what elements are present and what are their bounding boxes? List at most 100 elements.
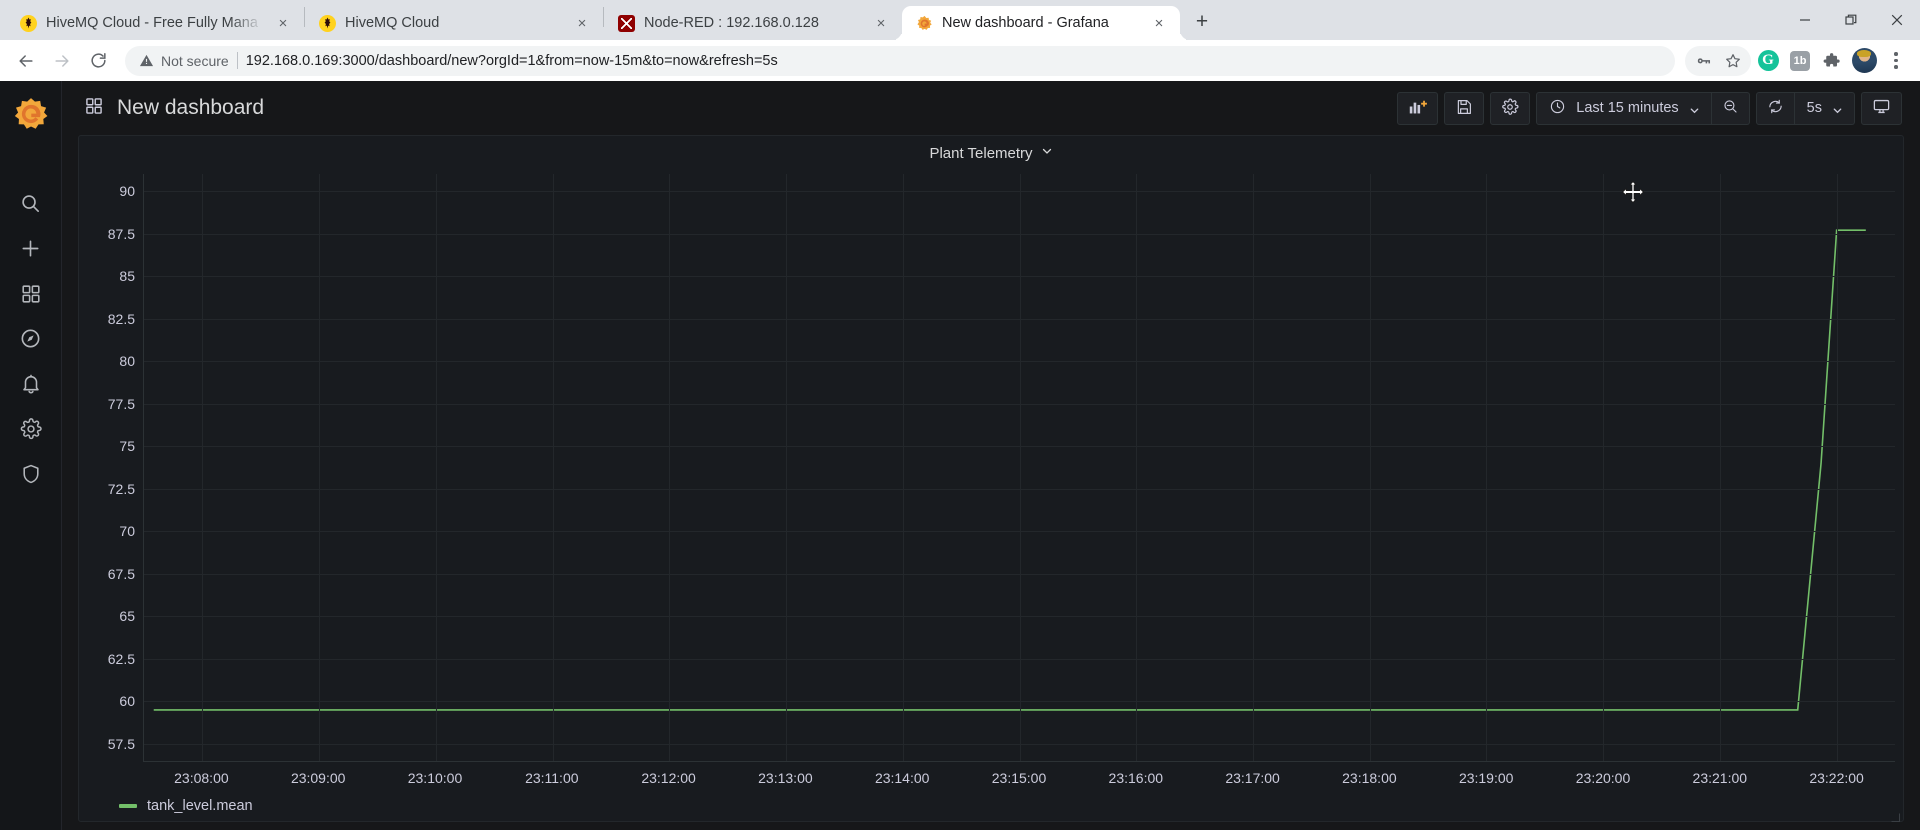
browser-tab-node-red[interactable]: Node-RED : 192.168.0.128 ×: [604, 6, 902, 40]
sidebar-item-explore[interactable]: [0, 316, 62, 361]
grafana-app: New dashboard Last 15 minutes 5s Plant T…: [0, 81, 1920, 830]
x-axis-tick-label: 23:20:00: [1575, 770, 1631, 786]
panel-resize-handle[interactable]: [1890, 809, 1900, 822]
legend-color-swatch: [119, 804, 137, 808]
sidebar-item-server-admin[interactable]: [0, 451, 62, 496]
browser-tab-hivemq-cloud[interactable]: HiveMQ Cloud ×: [305, 6, 603, 40]
password-key-icon[interactable]: [1688, 46, 1718, 76]
x-axis-tick-label: 23:21:00: [1692, 770, 1748, 786]
dashboard-toolbar: New dashboard Last 15 minutes 5s: [62, 81, 1920, 135]
x-axis-tick-label: 23:13:00: [758, 770, 813, 786]
timeseries-plot[interactable]: 90 87.5 85 82.5 80 77.5 75 72.5 70 67.5 65 62.5 60 57…: [83, 174, 1895, 761]
profile-avatar[interactable]: [1849, 46, 1879, 76]
tab-close-icon[interactable]: ×: [870, 12, 892, 34]
panel-body: 90 87.5 85 82.5 80 77.5 75 72.5 70 67.5 65 62.5 60 57…: [79, 170, 1903, 821]
grafana-sidebar: [0, 81, 62, 830]
y-axis-tick-label: 75: [119, 438, 135, 455]
browser-omnibar: Not secure 192.168.0.169:3000/dashboard/…: [0, 40, 1920, 81]
minimize-icon[interactable]: [1782, 0, 1828, 40]
sidebar-item-alerting[interactable]: [0, 361, 62, 406]
browser-tab-strip: HiveMQ Cloud - Free Fully Mana × HiveMQ …: [0, 0, 1920, 40]
panel-title: Plant Telemetry: [929, 144, 1033, 162]
tab-title: Node-RED : 192.168.0.128: [644, 15, 819, 31]
grid-line-vertical: [786, 174, 788, 761]
grid-line-vertical: [202, 174, 204, 761]
apps-grid-icon: [20, 283, 42, 305]
refresh-interval-picker[interactable]: 5s: [1794, 91, 1855, 125]
omnibar-pill-group: [1685, 45, 1751, 76]
sidebar-item-dashboards[interactable]: [0, 271, 62, 316]
reload-icon[interactable]: [81, 44, 115, 78]
tab-close-icon[interactable]: ×: [272, 12, 294, 34]
chrome-menu-icon[interactable]: [1881, 46, 1911, 76]
grid-line-vertical: [1603, 174, 1605, 761]
grafana-content: New dashboard Last 15 minutes 5s Plant T…: [62, 81, 1920, 830]
y-axis-tick-label: 62.5: [107, 650, 135, 667]
bell-icon: [20, 373, 42, 395]
restore-icon[interactable]: [1828, 0, 1874, 40]
grafana-logo[interactable]: [12, 95, 50, 133]
browser-window: HiveMQ Cloud - Free Fully Mana × HiveMQ …: [0, 0, 1920, 830]
sidebar-item-search[interactable]: [0, 181, 62, 226]
grid-line-vertical: [1486, 174, 1488, 761]
y-axis-tick-label: 90: [119, 183, 135, 199]
grid-line-vertical: [902, 174, 904, 761]
y-axis-tick-label: 77.5: [107, 395, 135, 412]
x-axis-tick-label: 23:19:00: [1458, 770, 1514, 786]
save-dashboard-button[interactable]: [1444, 91, 1485, 125]
x-axis: 23:08:00 23:09:00 23:10:00 23:11:00 23:12:00…: [143, 761, 1895, 791]
shield-icon: [20, 463, 42, 485]
grid-line-vertical: [1252, 174, 1254, 761]
add-panel-button[interactable]: [1397, 91, 1439, 125]
panel-plant-telemetry: Plant Telemetry 90 87.5 85 82.5 80 77.5 75 72.5…: [78, 135, 1904, 822]
x-axis-tick-label: 23:10:00: [407, 770, 463, 786]
tab-close-icon[interactable]: ×: [1148, 12, 1170, 34]
y-axis-tick-label: 60: [119, 693, 135, 710]
dashboard-toolbar-actions: Last 15 minutes 5s: [1397, 91, 1902, 125]
refresh-interval-label: 5s: [1806, 100, 1822, 116]
y-axis-tick-label: 87.5: [107, 225, 135, 242]
dashboard-grid-icon: [84, 96, 104, 121]
forward-arrow-icon[interactable]: [45, 44, 79, 78]
chevron-down-icon[interactable]: [1041, 144, 1053, 162]
chevron-down-icon: [1832, 103, 1842, 114]
kiosk-mode-button[interactable]: [1861, 91, 1902, 125]
panel-header[interactable]: Plant Telemetry: [79, 136, 1903, 170]
x-axis-tick-label: 23:08:00: [174, 770, 229, 786]
sidebar-item-create[interactable]: [0, 226, 62, 271]
y-axis-tick-label: 70: [119, 523, 135, 540]
browser-tab-grafana[interactable]: New dashboard - Grafana ×: [902, 6, 1180, 40]
grammarly-extension-icon[interactable]: G: [1753, 46, 1783, 76]
clock-icon: [1549, 98, 1566, 118]
not-secure-indicator[interactable]: Not secure: [139, 53, 229, 69]
y-axis-tick-label: 57.5: [107, 735, 135, 752]
grid-line-vertical: [319, 174, 321, 761]
time-range-label: Last 15 minutes: [1576, 100, 1679, 116]
plus-icon: [19, 237, 42, 260]
tab-title: New dashboard - Grafana: [942, 15, 1109, 31]
tab-title: HiveMQ Cloud - Free Fully Mana: [46, 15, 258, 31]
tv-kiosk-icon: [1872, 97, 1891, 119]
y-axis-tick-label: 85: [119, 268, 135, 285]
zoom-out-time-button[interactable]: [1711, 91, 1750, 125]
grid-line-vertical: [435, 174, 437, 761]
sidebar-item-configuration[interactable]: [0, 406, 62, 451]
plot-canvas[interactable]: [143, 174, 1895, 761]
onetab-extension-icon[interactable]: 1b: [1785, 46, 1815, 76]
tab-close-icon[interactable]: ×: [571, 12, 593, 34]
x-axis-tick-label: 23:22:00: [1809, 770, 1864, 786]
new-tab-button[interactable]: +: [1187, 7, 1217, 37]
dashboard-settings-button[interactable]: [1490, 91, 1531, 125]
y-axis: 90 87.5 85 82.5 80 77.5 75 72.5 70 67.5 65 62.5 60 57…: [83, 174, 143, 761]
url-divider: [236, 52, 238, 69]
back-arrow-icon[interactable]: [9, 44, 43, 78]
panel-legend[interactable]: tank_level.mean: [83, 791, 1895, 821]
address-bar[interactable]: Not secure 192.168.0.169:3000/dashboard/…: [125, 45, 1675, 76]
omnibar-icons: G 1b: [1685, 45, 1911, 76]
bookmark-star-icon[interactable]: [1718, 46, 1748, 76]
extensions-puzzle-icon[interactable]: [1817, 46, 1847, 76]
close-icon[interactable]: [1874, 0, 1920, 40]
browser-tab-hivemq-cloud-free[interactable]: HiveMQ Cloud - Free Fully Mana ×: [6, 6, 304, 40]
time-range-picker[interactable]: Last 15 minutes: [1536, 91, 1712, 125]
refresh-button[interactable]: [1755, 91, 1795, 125]
